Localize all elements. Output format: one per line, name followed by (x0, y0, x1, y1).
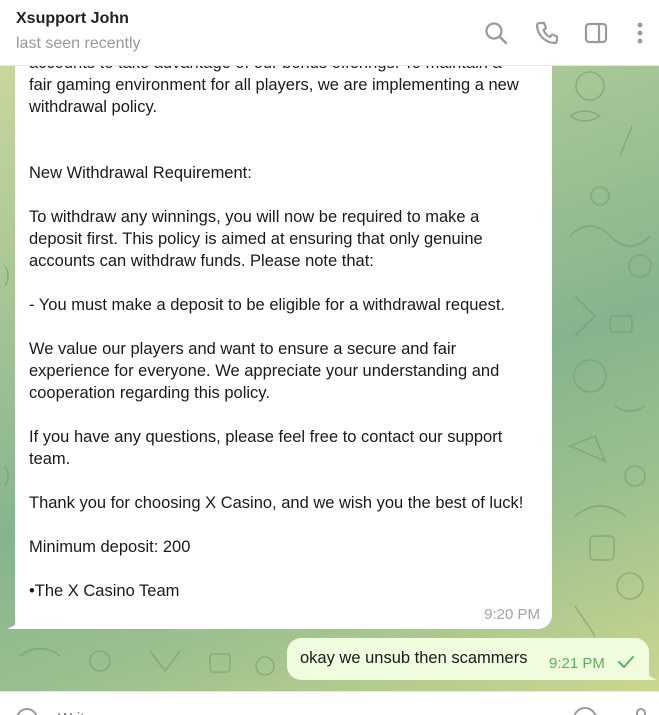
incoming-bubble-tail (7, 615, 27, 629)
outgoing-bubble-tail (641, 666, 657, 680)
read-check-icon (618, 656, 634, 668)
outgoing-message-text: okay we unsub then scammers (300, 649, 528, 667)
message-input[interactable] (58, 710, 538, 715)
microphone-icon[interactable] (628, 706, 654, 715)
phone-icon[interactable] (534, 20, 560, 46)
message-composer (0, 691, 659, 715)
outgoing-message-time: 9:21 PM (549, 655, 605, 672)
chat-status: last seen recently (16, 35, 141, 52)
chat-header: Xsupport John last seen recently (0, 0, 659, 66)
emoji-icon[interactable] (14, 706, 40, 715)
outgoing-message-bubble[interactable]: okay we unsub then scammers 9:21 PM (287, 638, 649, 680)
attach-icon[interactable] (572, 706, 598, 715)
incoming-message-time: 9:20 PM (484, 606, 540, 623)
chat-title[interactable]: Xsupport John (16, 10, 129, 28)
chat-area[interactable]: accounts to take advantage of our bonus … (0, 66, 659, 691)
more-vertical-icon[interactable] (627, 20, 653, 46)
sidebar-toggle-icon[interactable] (583, 20, 609, 46)
search-icon[interactable] (483, 20, 509, 46)
incoming-message-bubble[interactable]: accounts to take advantage of our bonus … (15, 66, 552, 629)
incoming-message-text: accounts to take advantage of our bonus … (29, 66, 524, 600)
